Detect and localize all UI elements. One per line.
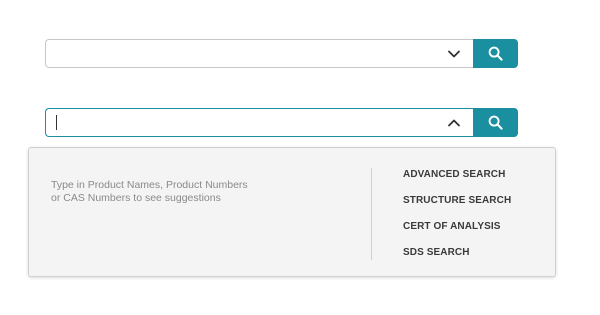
chevron-up-icon[interactable]	[447, 116, 461, 130]
search-suggestions-panel: Type in Product Names, Product Numbers o…	[28, 147, 556, 277]
sds-search-link[interactable]: SDS SEARCH	[403, 246, 511, 259]
advanced-search-link[interactable]: ADVANCED SEARCH	[403, 168, 511, 181]
text-cursor	[56, 115, 57, 130]
search-input[interactable]	[46, 40, 473, 67]
search-field-expanded[interactable]	[45, 108, 473, 137]
hint-line-1: Type in Product Names, Product Numbers	[51, 179, 248, 191]
search-icon	[488, 115, 503, 130]
search-input-focused[interactable]	[46, 109, 473, 136]
structure-search-link[interactable]: STRUCTURE SEARCH	[403, 194, 511, 207]
search-button[interactable]	[473, 108, 518, 137]
cert-of-analysis-link[interactable]: CERT OF ANALYSIS	[403, 220, 511, 233]
search-icon	[488, 46, 503, 61]
suggestion-hint: Type in Product Names, Product Numbers o…	[51, 179, 271, 205]
vertical-divider	[371, 168, 372, 260]
search-bar-collapsed	[45, 39, 518, 68]
search-options-list: ADVANCED SEARCH STRUCTURE SEARCH CERT OF…	[403, 168, 511, 272]
hint-line-2: or CAS Numbers to see suggestions	[51, 192, 221, 204]
search-button[interactable]	[473, 39, 518, 68]
search-field-collapsed[interactable]	[45, 39, 473, 68]
chevron-down-icon[interactable]	[447, 47, 461, 61]
search-bar-expanded	[45, 108, 518, 137]
